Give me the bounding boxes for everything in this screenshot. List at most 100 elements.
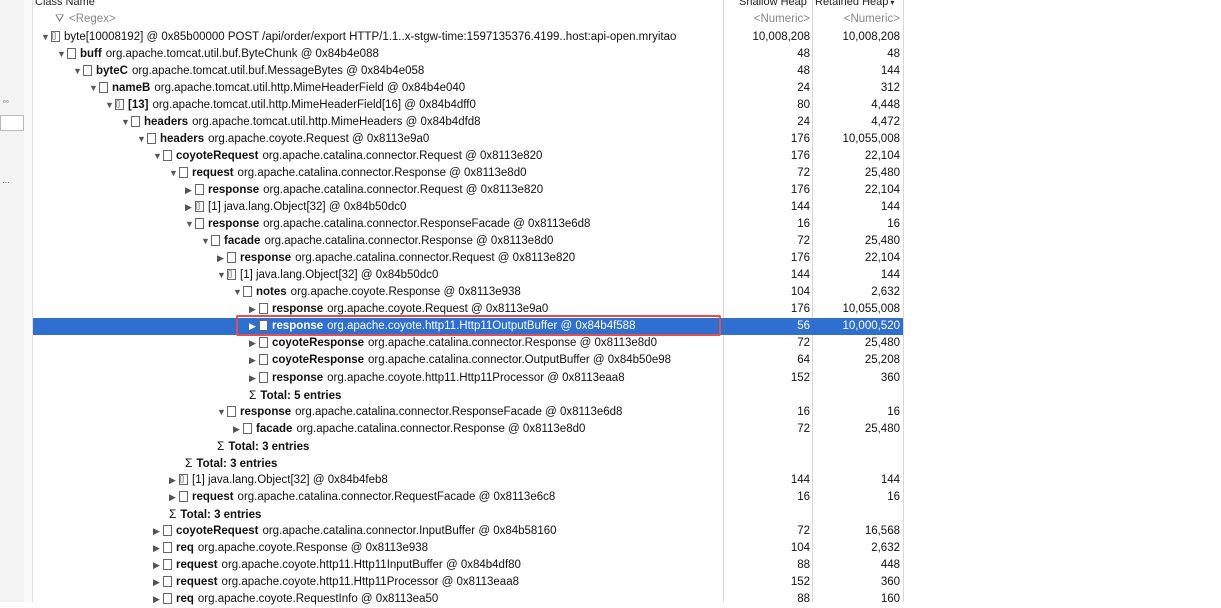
table-row[interactable]: ▶ [1] java.lang.Object[32] @ 0x84b4feb8 14… [33, 471, 903, 489]
table-row[interactable]: ▶ coyoteResponse org.apache.catalina.conne… [33, 335, 903, 352]
filter-funnel-icon: ⛛ [55, 13, 65, 25]
expand-down-icon[interactable]: ▼ [73, 63, 83, 80]
name-filter-input[interactable]: ⛛ <Regex> [55, 11, 116, 28]
expand-right-icon[interactable]: ▶ [185, 199, 195, 216]
object-icon [243, 422, 252, 434]
table-row[interactable]: ▶ req org.apache.coyote.RequestInfo @ 0x81… [33, 591, 903, 608]
table-row[interactable]: ▶ [1] java.lang.Object[32] @ 0x84b50dc0 14… [33, 198, 903, 216]
table-row[interactable]: ▼ coyoteRequest org.apache.catalina.connec… [33, 148, 903, 165]
expand-down-icon[interactable]: ▼ [41, 29, 51, 46]
table-row[interactable]: ▼ response org.apache.catalina.connector.R… [33, 216, 903, 233]
table-row[interactable]: ▶ response org.apache.catalina.connector.R… [33, 250, 903, 267]
field-name: response [272, 320, 324, 333]
total-row[interactable]: Σ Total: 5 entries [33, 387, 903, 404]
table-row[interactable]: ▼ facade org.apache.catalina.connector.Res… [33, 233, 903, 250]
expand-down-icon[interactable]: ▼ [201, 233, 211, 250]
table-row[interactable]: ▼ headers org.apache.coyote.Request @ 0x81… [33, 131, 903, 148]
shallow-heap-cell: 176 [790, 303, 810, 316]
object-icon [131, 115, 140, 127]
column-divider[interactable] [903, 0, 904, 602]
table-row[interactable]: ▼ request org.apache.catalina.connector.Re… [33, 165, 903, 182]
expand-right-icon[interactable]: ▶ [153, 540, 163, 557]
expand-right-icon[interactable]: ▶ [249, 370, 259, 387]
field-name: nameB [112, 81, 151, 94]
panel-toggle-icon[interactable]: ▫▫ [3, 97, 9, 106]
field-name: response [208, 183, 260, 196]
class-name-cell: Σ Total: 3 entries [185, 455, 277, 472]
expand-right-icon[interactable]: ▶ [249, 301, 259, 318]
table-row[interactable]: ▼ byte[10008192] @ 0x85b00000 POST /api/o… [33, 28, 903, 46]
expand-right-icon[interactable]: ▶ [249, 318, 259, 335]
retained-heap-cell: 144 [880, 269, 900, 282]
table-row[interactable]: ▼ [1] java.lang.Object[32] @ 0x84b50dc0 14… [33, 266, 903, 284]
retained-filter-input[interactable]: <Numeric> [815, 11, 900, 28]
expand-down-icon[interactable]: ▼ [89, 80, 99, 97]
table-row[interactable]: ▶ facade org.apache.catalina.connector.Res… [33, 421, 903, 438]
table-row[interactable]: ▼ response org.apache.catalina.connector.R… [33, 404, 903, 421]
expand-down-icon[interactable]: ▼ [121, 114, 131, 131]
expand-right-icon[interactable]: ▶ [169, 489, 179, 506]
expand-right-icon[interactable]: ▶ [153, 574, 163, 591]
expand-down-icon[interactable]: ▼ [137, 131, 147, 148]
table-row[interactable]: ▶ response org.apache.coyote.http11.Http11… [33, 318, 903, 336]
expand-right-icon[interactable]: ▶ [153, 557, 163, 574]
table-row[interactable]: ▼ [13]org.apache.tomcat.util.http.MimeHea… [33, 96, 903, 114]
expand-down-icon[interactable]: ▼ [153, 148, 163, 165]
table-row[interactable]: ▶ req org.apache.coyote.Response @ 0x8113e… [33, 540, 903, 557]
expand-down-icon[interactable]: ▼ [185, 216, 195, 233]
class-name-cell: ▶ response org.apache.coyote.Request @ 0x8… [249, 301, 548, 318]
table-row[interactable]: ▶ response org.apache.coyote.http11.Http11… [33, 370, 903, 387]
retained-heap-cell: 25,480 [864, 337, 900, 350]
expand-down-icon[interactable]: ▼ [217, 404, 227, 421]
shallow-heap-cell: 72 [797, 337, 810, 350]
table-row[interactable]: ▼ nameB org.apache.tomcat.util.http.MimeHe… [33, 80, 903, 97]
shallow-filter-input[interactable]: <Numeric> [725, 11, 810, 28]
more-icon[interactable]: ⋯ [2, 178, 10, 187]
table-row[interactable]: ▶ request org.apache.coyote.http11.Http11I… [33, 557, 903, 574]
expand-right-icon[interactable]: ▶ [153, 523, 163, 540]
table-row[interactable]: ▼ byteC org.apache.tomcat.util.buf.Message… [33, 63, 903, 80]
expand-right-icon[interactable]: ▶ [233, 421, 243, 438]
retained-heap-cell: 10,055,008 [842, 303, 900, 316]
table-row[interactable]: ▶ coyoteRequest org.apache.catalina.connec… [33, 523, 903, 540]
table-row[interactable]: ▶ response org.apache.coyote.Request @ 0x8… [33, 301, 903, 318]
expand-right-icon[interactable]: ▶ [169, 472, 179, 489]
expand-right-icon[interactable]: ▶ [217, 250, 227, 267]
table-row[interactable]: ▶ response org.apache.catalina.connector.R… [33, 182, 903, 199]
table-row[interactable]: ▶ request org.apache.catalina.connector.Re… [33, 489, 903, 506]
expand-down-icon[interactable]: ▼ [233, 284, 243, 301]
shallow-heap-cell: 176 [790, 149, 810, 162]
table-row[interactable]: ▼ headers org.apache.tomcat.util.http.Mime… [33, 114, 903, 131]
total-row[interactable]: Σ Total: 3 entries [33, 438, 903, 455]
table-row[interactable]: ▼ buff org.apache.tomcat.util.buf.ByteChun… [33, 46, 903, 63]
total-row[interactable]: Σ Total: 3 entries [33, 455, 903, 472]
field-name: byteC [96, 64, 128, 77]
expand-down-icon[interactable]: ▼ [105, 97, 115, 114]
expand-right-icon[interactable]: ▶ [249, 335, 259, 352]
retained-heap-cell: 4,448 [871, 98, 900, 111]
expand-right-icon[interactable]: ▶ [153, 591, 163, 608]
expand-right-icon[interactable]: ▶ [185, 182, 195, 199]
object-description: org.apache.coyote.http11.Http11InputBuff… [221, 559, 521, 572]
shallow-heap-cell: 64 [797, 354, 810, 367]
column-header-retained-heap[interactable]: Retained Heap ▾ [815, 0, 894, 9]
class-name-cell: ▶ coyoteResponse org.apache.catalina.conne… [249, 335, 657, 352]
array-object-icon [179, 471, 188, 488]
expand-right-icon[interactable]: ▶ [249, 352, 259, 369]
retained-heap-cell: 25,208 [864, 354, 900, 367]
column-header-class-name[interactable]: Class Name [35, 0, 95, 9]
expand-down-icon[interactable]: ▼ [169, 165, 179, 182]
shallow-heap-cell: 16 [797, 490, 810, 503]
table-row[interactable]: ▶ coyoteResponse org.apache.catalina.conne… [33, 352, 903, 369]
expand-down-icon[interactable]: ▼ [57, 46, 67, 63]
table-row[interactable]: ▶ request org.apache.coyote.http11.Http11P… [33, 574, 903, 591]
panel-field[interactable] [0, 115, 24, 131]
field-name: response [208, 218, 260, 231]
total-label: Total: 3 entries [228, 440, 310, 453]
column-header-shallow-heap[interactable]: Shallow Heap [739, 0, 807, 9]
expand-down-icon[interactable]: ▼ [217, 267, 227, 284]
table-row[interactable]: ▼ notes org.apache.coyote.Response @ 0x811… [33, 284, 903, 301]
field-name: request [176, 576, 218, 589]
object-description: org.apache.tomcat.util.buf.ByteChunk @ 0… [105, 47, 379, 60]
total-row[interactable]: Σ Total: 3 entries [33, 506, 903, 523]
